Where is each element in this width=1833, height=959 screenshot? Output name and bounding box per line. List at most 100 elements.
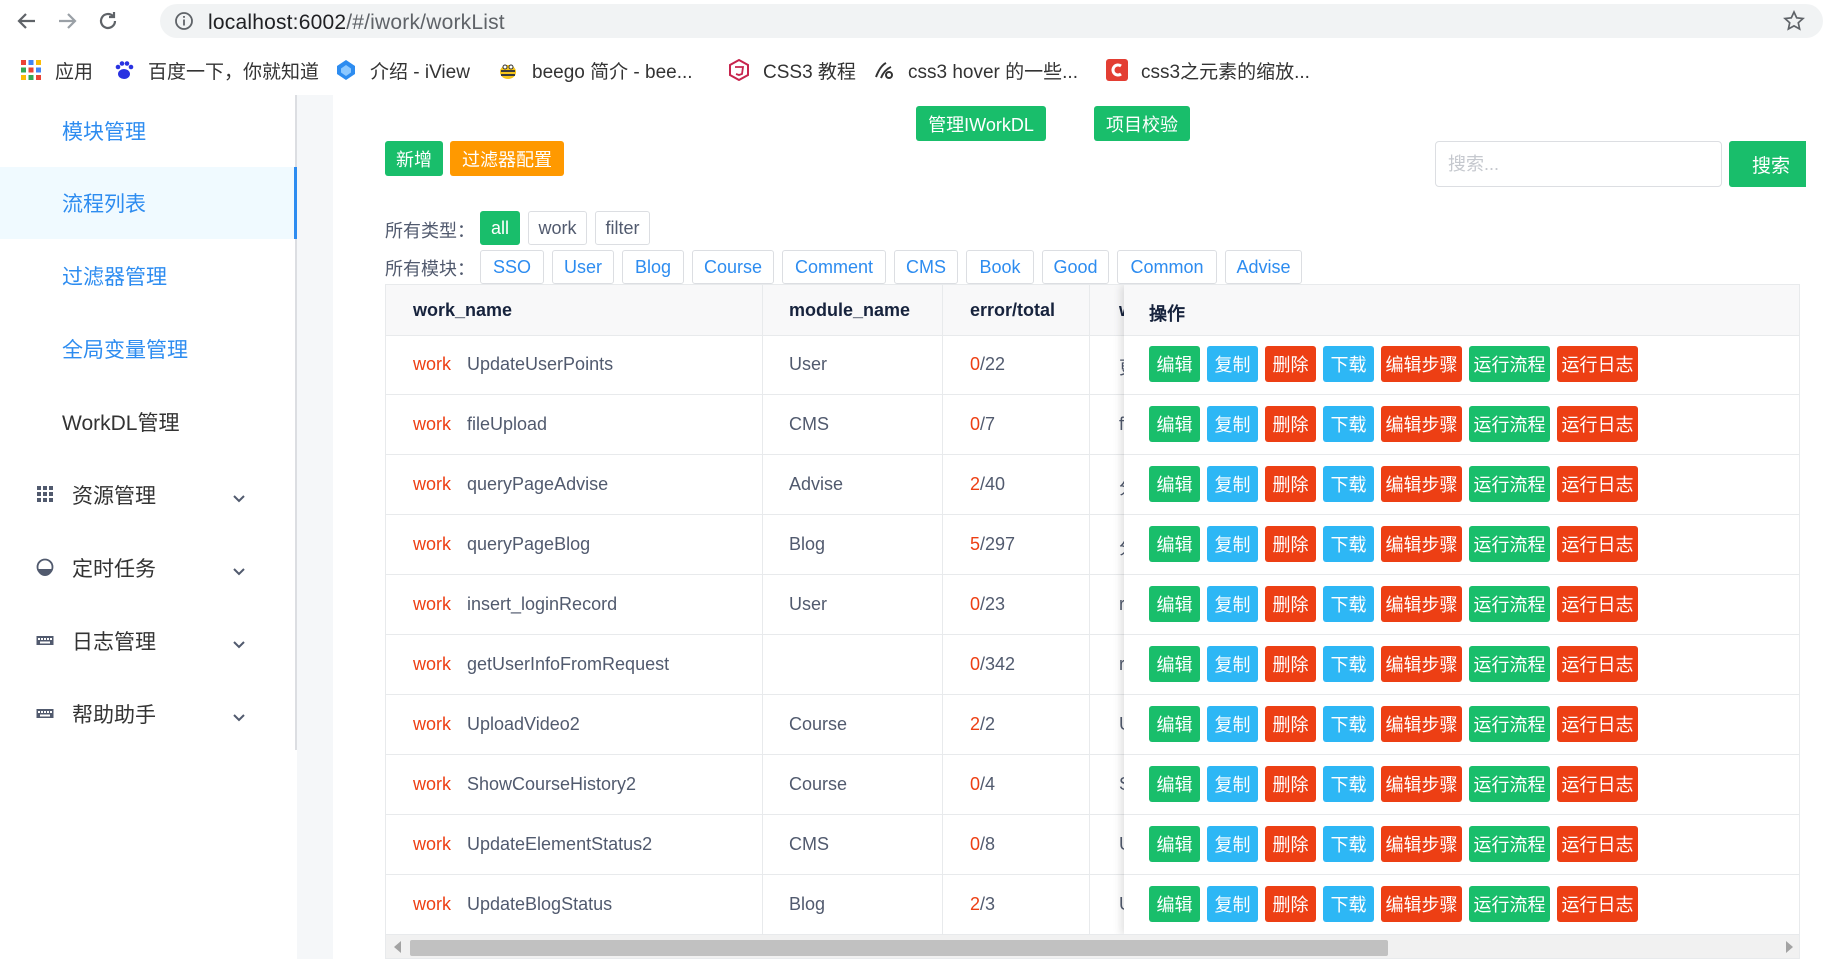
edit-button[interactable]: 编辑 [1149,886,1200,922]
submenu-log-management[interactable]: 日志管理 [0,605,297,677]
delete-button[interactable]: 删除 [1265,646,1316,682]
bookmark-baidu[interactable]: 百度一下，你就知道 [113,52,319,88]
edit-steps-button[interactable]: 编辑步骤 [1381,586,1462,622]
horizontal-scrollbar[interactable] [386,934,1799,958]
module-tag-course[interactable]: Course [692,250,774,284]
delete-button[interactable]: 删除 [1265,346,1316,382]
copy-button[interactable]: 复制 [1207,766,1258,802]
edit-button[interactable]: 编辑 [1149,826,1200,862]
column-header-error-total[interactable]: error/total [970,300,1055,321]
download-button[interactable]: 下载 [1323,646,1374,682]
add-button[interactable]: 新增 [385,141,443,176]
copy-button[interactable]: 复制 [1207,526,1258,562]
submenu-resource-management[interactable]: 资源管理 [0,459,297,531]
run-log-button[interactable]: 运行日志 [1557,466,1638,502]
run-flow-button[interactable]: 运行流程 [1469,886,1550,922]
run-log-button[interactable]: 运行日志 [1557,706,1638,742]
bookmark-iview[interactable]: 介绍 - iView [335,52,470,88]
module-tag-sso[interactable]: SSO [480,250,544,284]
delete-button[interactable]: 删除 [1265,586,1316,622]
delete-button[interactable]: 删除 [1265,886,1316,922]
column-header-module-name[interactable]: module_name [789,300,910,321]
run-flow-button[interactable]: 运行流程 [1469,346,1550,382]
type-tag-filter[interactable]: filter [595,211,650,245]
run-flow-button[interactable]: 运行流程 [1469,406,1550,442]
edit-steps-button[interactable]: 编辑步骤 [1381,346,1462,382]
download-button[interactable]: 下载 [1323,406,1374,442]
edit-steps-button[interactable]: 编辑步骤 [1381,466,1462,502]
run-flow-button[interactable]: 运行流程 [1469,826,1550,862]
run-log-button[interactable]: 运行日志 [1557,886,1638,922]
reload-icon[interactable] [93,6,123,36]
edit-button[interactable]: 编辑 [1149,706,1200,742]
delete-button[interactable]: 删除 [1265,526,1316,562]
copy-button[interactable]: 复制 [1207,826,1258,862]
copy-button[interactable]: 复制 [1207,886,1258,922]
run-flow-button[interactable]: 运行流程 [1469,586,1550,622]
filter-config-button[interactable]: 过滤器配置 [450,141,564,176]
download-button[interactable]: 下载 [1323,826,1374,862]
download-button[interactable]: 下载 [1323,466,1374,502]
bookmark-star-icon[interactable] [1783,9,1805,37]
sidebar-item-work-list[interactable]: 流程列表 [0,167,297,239]
run-flow-button[interactable]: 运行流程 [1469,526,1550,562]
sidebar-item-workdl-management[interactable]: WorkDL管理 [0,386,297,458]
delete-button[interactable]: 删除 [1265,766,1316,802]
module-tag-cms[interactable]: CMS [894,250,958,284]
module-tag-common[interactable]: Common [1117,250,1217,284]
download-button[interactable]: 下载 [1323,526,1374,562]
run-log-button[interactable]: 运行日志 [1557,526,1638,562]
bookmark-css3-hover[interactable]: css3 hover 的一些... [873,52,1078,88]
module-tag-book[interactable]: Book [966,250,1034,284]
run-flow-button[interactable]: 运行流程 [1469,766,1550,802]
address-bar[interactable]: localhost:6002/#/iwork/workList [160,4,1823,38]
scroll-left-arrow-icon[interactable] [394,941,401,953]
edit-steps-button[interactable]: 编辑步骤 [1381,886,1462,922]
module-tag-advise[interactable]: Advise [1225,250,1302,284]
download-button[interactable]: 下载 [1323,706,1374,742]
sidebar-item-filter-management[interactable]: 过滤器管理 [0,240,297,312]
download-button[interactable]: 下载 [1323,766,1374,802]
copy-button[interactable]: 复制 [1207,466,1258,502]
run-log-button[interactable]: 运行日志 [1557,646,1638,682]
download-button[interactable]: 下载 [1323,886,1374,922]
module-tag-user[interactable]: User [552,250,614,284]
run-log-button[interactable]: 运行日志 [1557,766,1638,802]
edit-button[interactable]: 编辑 [1149,346,1200,382]
delete-button[interactable]: 删除 [1265,826,1316,862]
edit-steps-button[interactable]: 编辑步骤 [1381,826,1462,862]
module-tag-blog[interactable]: Blog [622,250,684,284]
run-log-button[interactable]: 运行日志 [1557,346,1638,382]
copy-button[interactable]: 复制 [1207,406,1258,442]
run-log-button[interactable]: 运行日志 [1557,586,1638,622]
edit-button[interactable]: 编辑 [1149,766,1200,802]
download-button[interactable]: 下载 [1323,586,1374,622]
column-header-work-name[interactable]: work_name [413,300,512,321]
bookmark-beego[interactable]: beego 简介 - bee... [497,52,693,88]
edit-steps-button[interactable]: 编辑步骤 [1381,646,1462,682]
edit-steps-button[interactable]: 编辑步骤 [1381,706,1462,742]
run-flow-button[interactable]: 运行流程 [1469,466,1550,502]
edit-steps-button[interactable]: 编辑步骤 [1381,406,1462,442]
delete-button[interactable]: 删除 [1265,466,1316,502]
run-flow-button[interactable]: 运行流程 [1469,646,1550,682]
edit-button[interactable]: 编辑 [1149,406,1200,442]
site-info-icon[interactable] [174,11,194,36]
manage-iworkdl-button[interactable]: 管理IWorkDL [916,106,1046,141]
sidebar-item-global-variables[interactable]: 全局变量管理 [0,313,297,385]
run-log-button[interactable]: 运行日志 [1557,406,1638,442]
module-tag-comment[interactable]: Comment [782,250,886,284]
edit-steps-button[interactable]: 编辑步骤 [1381,766,1462,802]
copy-button[interactable]: 复制 [1207,706,1258,742]
edit-steps-button[interactable]: 编辑步骤 [1381,526,1462,562]
submenu-help-assistant[interactable]: 帮助助手 [0,678,297,750]
edit-button[interactable]: 编辑 [1149,466,1200,502]
edit-button[interactable]: 编辑 [1149,586,1200,622]
submenu-scheduled-tasks[interactable]: 定时任务 [0,532,297,604]
bookmark-css3[interactable]: CSS3 教程 [728,52,856,88]
type-tag-all[interactable]: all [480,211,520,245]
scrollbar-thumb[interactable] [410,940,1388,956]
search-button[interactable]: 搜索 [1729,141,1813,187]
bookmark-apps[interactable]: 应用 [20,52,93,88]
project-check-button[interactable]: 项目校验 [1094,106,1190,141]
